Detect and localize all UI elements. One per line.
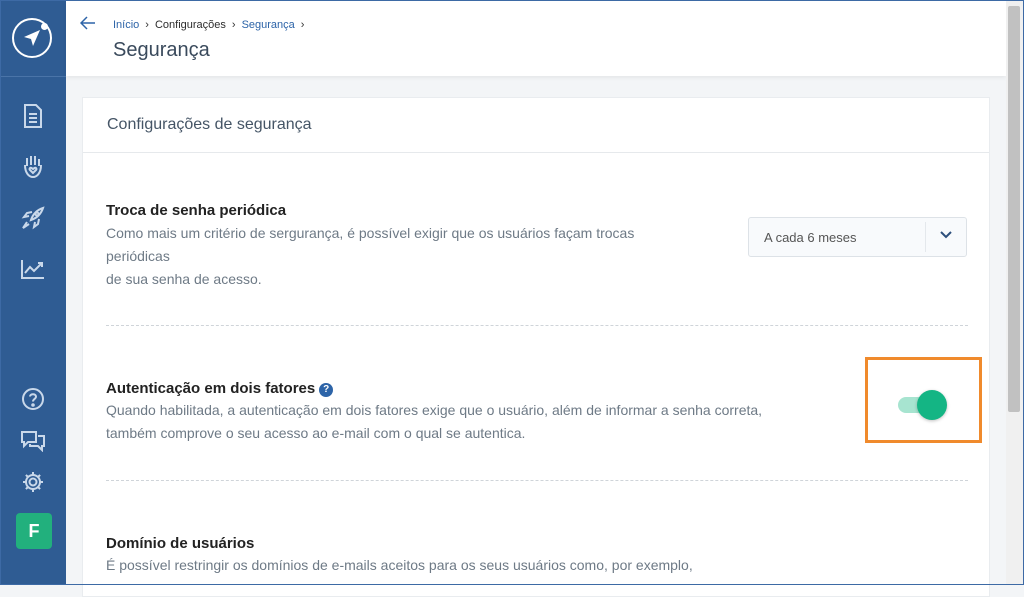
chevron-right-icon: › — [231, 19, 236, 31]
scrollbar[interactable] — [1006, 0, 1023, 585]
sidebar-divider — [0, 76, 66, 77]
chevron-right-icon: › — [300, 19, 305, 31]
breadcrumb: Início › Configurações › Segurança › — [113, 19, 310, 31]
breadcrumb-current[interactable]: Segurança — [242, 19, 295, 31]
chevron-down-icon — [940, 231, 952, 239]
password-period-select[interactable]: A cada 6 meses — [748, 217, 967, 257]
breadcrumb-settings[interactable]: Configurações — [155, 19, 226, 31]
chevron-right-icon: › — [145, 19, 149, 31]
back-arrow-icon[interactable] — [79, 16, 96, 35]
scrollbar-thumb[interactable] — [1008, 6, 1020, 412]
twofactor-section-title: Autenticação em dois fatores? — [106, 380, 334, 397]
domain-section-title: Domínio de usuários — [106, 535, 255, 552]
security-settings-card: Configurações de segurança Troca de senh… — [82, 97, 990, 597]
twofactor-desc-line: Quando habilitada, a autenticação em doi… — [106, 402, 763, 418]
document-icon[interactable] — [19, 102, 47, 130]
chart-line-icon[interactable] — [19, 255, 47, 283]
select-value: A cada 6 meses — [764, 230, 857, 245]
help-icon[interactable]: ? — [319, 382, 334, 397]
password-section-title: Troca de senha periódica — [106, 202, 287, 219]
card-title: Configurações de segurança — [107, 116, 312, 133]
password-desc-line: Como mais um critério de sergurança, é p… — [106, 225, 635, 241]
twofactor-desc-line: também comprove o seu acesso ao e-mail c… — [106, 425, 526, 441]
app-logo[interactable] — [12, 18, 52, 58]
gear-icon[interactable] — [19, 468, 47, 496]
select-separator — [925, 222, 926, 252]
toggle-knob — [917, 390, 947, 420]
logo-dot — [41, 23, 48, 30]
section-divider — [106, 325, 968, 326]
page-title: Segurança — [113, 39, 210, 61]
user-avatar[interactable]: F — [16, 513, 52, 549]
help-circle-icon[interactable] — [19, 385, 47, 413]
domain-section-desc: É possível restringir os domínios de e-m… — [106, 554, 693, 577]
section-divider — [106, 480, 968, 481]
navigation-arrow-icon — [24, 30, 40, 46]
twofactor-toggle[interactable] — [898, 390, 947, 420]
twofactor-section-desc: Quando habilitada, a autenticação em doi… — [106, 399, 762, 445]
hand-heart-icon[interactable] — [19, 152, 47, 180]
page-header: Início › Configurações › Segurança › Seg… — [66, 0, 1006, 76]
chat-icon[interactable] — [19, 426, 47, 454]
password-section-desc: Como mais um critério de sergurança, é p… — [106, 222, 634, 291]
domain-desc-line: É possível restringir os domínios de e-m… — [106, 557, 693, 573]
password-desc-line: periódicas — [106, 248, 170, 264]
sidebar: F — [0, 0, 66, 585]
twofactor-title-text: Autenticação em dois fatores — [106, 380, 316, 397]
rocket-icon[interactable] — [19, 204, 47, 232]
password-desc-line: de sua senha de acesso. — [106, 271, 262, 287]
card-divider — [83, 152, 989, 153]
breadcrumb-home[interactable]: Início — [113, 19, 139, 31]
